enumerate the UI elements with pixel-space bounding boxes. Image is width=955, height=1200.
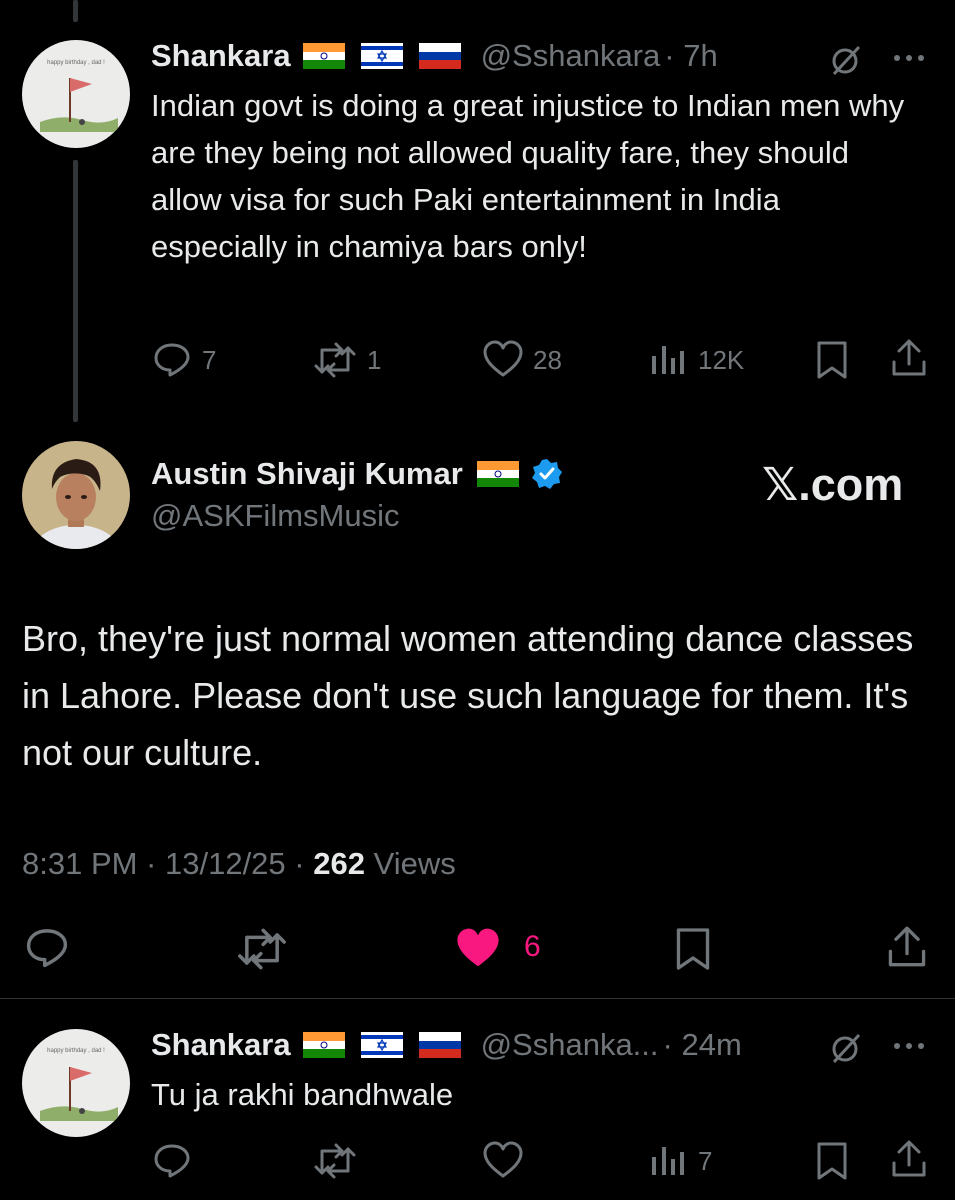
russia-flag-icon — [418, 1032, 461, 1058]
repost-count: 1 — [367, 345, 382, 375]
tweet-timestamp[interactable]: 8:31 PM · 13/12/25 · — [22, 846, 305, 881]
tweet-text: Indian govt is doing a great injustice t… — [151, 88, 905, 264]
avatar-caption: happy birthday , dad ! — [47, 1048, 105, 1054]
main-tweet-text: Bro, they're just normal women attending… — [22, 618, 914, 773]
reply-time[interactable]: · 24m — [663, 1027, 742, 1063]
author-name[interactable]: Shankara — [151, 1027, 291, 1063]
share-icon[interactable] — [890, 1139, 928, 1179]
avatar[interactable] — [22, 441, 130, 549]
share-icon[interactable] — [890, 338, 928, 378]
grok-icon[interactable] — [828, 1030, 864, 1066]
avatar[interactable] — [22, 40, 130, 148]
verified-badge-icon — [531, 458, 563, 490]
like-count: 6 — [524, 930, 541, 963]
author-handle[interactable]: @Sshankara — [481, 38, 661, 74]
thread-line-top — [73, 0, 78, 22]
views-icon[interactable] — [649, 1143, 685, 1177]
like-icon[interactable] — [482, 1141, 524, 1179]
share-icon[interactable] — [886, 924, 928, 970]
views-icon[interactable] — [649, 342, 685, 376]
bookmark-icon[interactable] — [815, 1141, 849, 1181]
india-flag-icon — [302, 43, 345, 69]
reply-icon[interactable] — [152, 1140, 192, 1180]
bookmark-icon[interactable] — [674, 926, 712, 972]
watermark: 𝕏.com — [762, 459, 904, 510]
repost-icon[interactable] — [312, 1143, 358, 1179]
avatar-caption: happy birthday , dad ! — [47, 60, 105, 66]
like-count: 28 — [533, 345, 562, 375]
views-number: 262 — [313, 846, 365, 881]
tweet-header: Shankara @Sshankara · 7h — [151, 38, 718, 74]
repost-icon[interactable] — [312, 342, 358, 378]
author-name[interactable]: Shankara — [151, 38, 291, 74]
reply-icon[interactable] — [152, 339, 192, 379]
divider — [0, 998, 955, 999]
reply-header: Shankara @Sshanka... · 24m — [151, 1027, 742, 1063]
like-filled-icon[interactable] — [454, 926, 502, 970]
avatar[interactable] — [22, 1029, 130, 1137]
author-handle[interactable]: @ASKFilmsMusic — [151, 498, 399, 534]
views-label: Views — [373, 846, 456, 881]
more-options-icon[interactable] — [892, 52, 928, 64]
main-tweet-header: Austin Shivaji Kumar — [151, 456, 563, 492]
author-handle[interactable]: @Sshanka... — [481, 1027, 659, 1063]
israel-flag-icon — [360, 1032, 403, 1058]
reply-count: 7 — [202, 345, 217, 375]
reply-icon[interactable] — [24, 924, 70, 970]
reply-text: Tu ja rakhi bandhwale — [151, 1077, 454, 1112]
india-flag-icon — [302, 1032, 345, 1058]
bookmark-icon[interactable] — [815, 340, 849, 380]
grok-icon[interactable] — [828, 42, 864, 78]
more-options-icon[interactable] — [892, 1040, 928, 1052]
like-icon[interactable] — [482, 340, 524, 378]
thread-line — [73, 160, 78, 422]
tweet-time[interactable]: · 7h — [664, 38, 717, 74]
israel-flag-icon — [360, 43, 403, 69]
india-flag-icon — [476, 461, 519, 487]
tweet-meta: 8:31 PM · 13/12/25 · 262 Views — [22, 846, 456, 882]
views-count: 12K — [698, 345, 745, 375]
author-name[interactable]: Austin Shivaji Kumar — [151, 456, 463, 492]
russia-flag-icon — [418, 43, 461, 69]
views-count: 7 — [698, 1146, 713, 1176]
repost-icon[interactable] — [234, 928, 290, 970]
